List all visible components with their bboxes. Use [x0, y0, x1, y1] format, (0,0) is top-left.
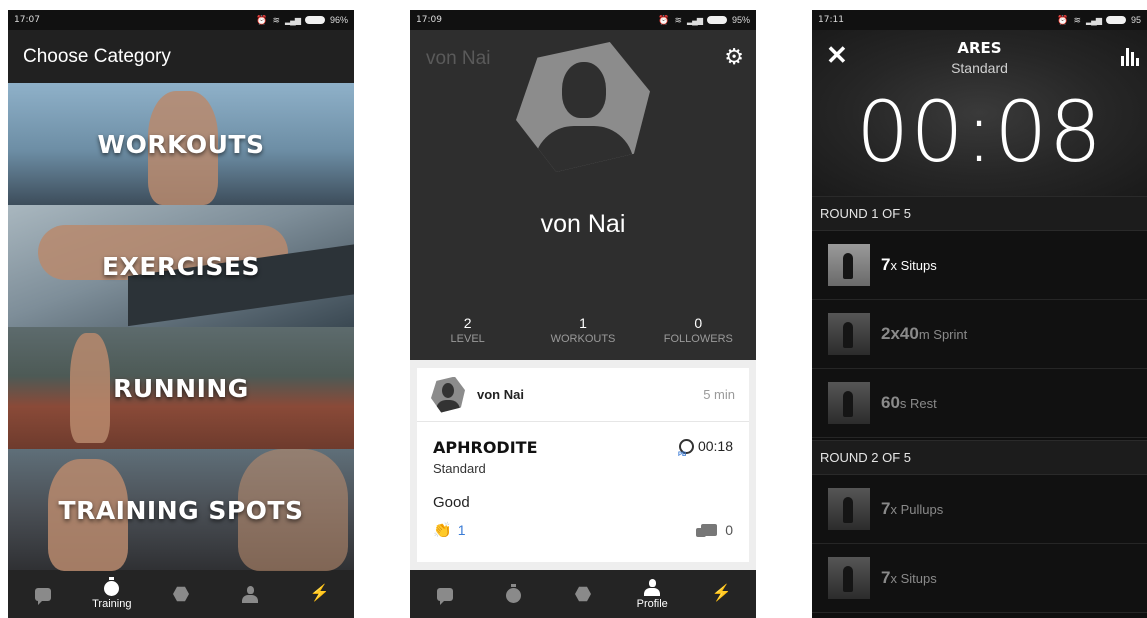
- comment-icon: [696, 524, 718, 537]
- bottom-nav: Training ⚡: [8, 570, 354, 618]
- profile-screen: 17:09 ⏰ ≋ ▂▄▆ 95% von Nai ⚙ von Nai 2 LE…: [410, 10, 756, 618]
- profile-header: von Nai ⚙ von Nai 2 LEVEL 1 WORKOUTS 0 F…: [410, 30, 756, 360]
- exercise-thumbnail: [828, 313, 870, 355]
- feed-time: 5 min: [703, 387, 735, 402]
- exercise-thumbnail: [828, 488, 870, 530]
- category-label: WORKOUTS: [97, 129, 265, 159]
- signal-icon: ▂▄▆: [1086, 15, 1102, 25]
- nav-profile[interactable]: Profile: [618, 570, 687, 618]
- applause-count: 1: [457, 522, 466, 538]
- stats-icon[interactable]: [1121, 48, 1139, 66]
- signal-icon: ▂▄▆: [687, 15, 703, 25]
- profile-stats: 2 LEVEL 1 WORKOUTS 0 FOLLOWERS: [410, 315, 756, 345]
- toolbar-title: von Nai: [426, 48, 491, 69]
- comment-count: 0: [725, 522, 733, 538]
- bolt-icon: ⚡: [711, 585, 732, 602]
- bottom-nav: Profile ⚡: [410, 570, 756, 618]
- category-label: RUNNING: [113, 373, 249, 403]
- category-label: TRAINING SPOTS: [58, 495, 304, 525]
- stat-level[interactable]: 2 LEVEL: [410, 315, 525, 345]
- chat-icon: [436, 585, 454, 605]
- avatar[interactable]: [431, 376, 465, 413]
- nav-chat[interactable]: [8, 570, 77, 618]
- nav-activity[interactable]: ⚡: [285, 570, 354, 618]
- wifi-icon: ≋: [674, 14, 682, 25]
- nav-training[interactable]: Training: [77, 570, 146, 618]
- nav-activity[interactable]: ⚡: [687, 570, 756, 618]
- battery-level: 95: [1130, 15, 1141, 25]
- category-label: EXERCISES: [102, 251, 260, 281]
- battery-level: 95%: [731, 15, 750, 25]
- status-time: 17:11: [818, 15, 844, 25]
- workout-title: ARES: [957, 39, 1002, 57]
- stopwatch-icon: [505, 583, 523, 603]
- alarm-icon: ⏰: [658, 14, 670, 25]
- exercise-thumbnail: [828, 244, 870, 286]
- battery-level: 96%: [329, 15, 348, 25]
- category-workouts[interactable]: WORKOUTS: [8, 83, 354, 205]
- bolt-icon: ⚡: [309, 585, 330, 602]
- stat-followers[interactable]: 0 FOLLOWERS: [641, 315, 756, 345]
- battery-icon: [1105, 16, 1126, 24]
- personal-best-icon: [678, 438, 694, 458]
- nav-profile[interactable]: [216, 570, 285, 618]
- workout-note: Good: [433, 494, 470, 511]
- nav-label: Training: [92, 598, 132, 610]
- wifi-icon: ≋: [1073, 14, 1081, 25]
- coach-icon: [172, 585, 190, 603]
- round-header: ROUND 2 OF 5: [812, 440, 1147, 475]
- workout-duration: 00:18: [678, 438, 733, 458]
- workout-level: Standard: [951, 60, 1008, 76]
- gear-icon[interactable]: ⚙: [724, 46, 744, 68]
- workout-level: Standard: [433, 461, 486, 476]
- applause-button[interactable]: 👏 1: [433, 521, 465, 539]
- clap-icon: 👏: [433, 522, 452, 539]
- chat-icon: [34, 585, 52, 605]
- comments-button[interactable]: 0: [696, 522, 733, 538]
- signal-icon: ▂▄▆: [285, 15, 301, 25]
- nav-chat[interactable]: [410, 570, 479, 618]
- status-time: 17:07: [14, 15, 40, 25]
- avatar[interactable]: [516, 42, 650, 172]
- wifi-icon: ≋: [272, 14, 280, 25]
- category-running[interactable]: RUNNING: [8, 327, 354, 449]
- status-bar: 17:11 ⏰ ≋ ▂▄▆ 95: [812, 10, 1147, 30]
- status-bar: 17:07 ⏰ ≋ ▂▄▆ 96%: [8, 10, 354, 30]
- coach-icon: [574, 585, 592, 603]
- feed-card[interactable]: von Nai 5 min APHRODITE Standard 00:18 G…: [417, 368, 749, 562]
- stopwatch-icon: [103, 576, 121, 596]
- status-time: 17:09: [416, 15, 442, 25]
- elapsed-timer: 00:08: [855, 83, 1104, 181]
- category-screen: 17:07 ⏰ ≋ ▂▄▆ 96% Choose Category WORKOU…: [8, 10, 354, 618]
- nav-training[interactable]: [479, 570, 548, 618]
- nav-coach[interactable]: [548, 570, 617, 618]
- stat-workouts[interactable]: 1 WORKOUTS: [525, 315, 640, 345]
- status-bar: 17:09 ⏰ ≋ ▂▄▆ 95%: [410, 10, 756, 30]
- timer-header: ✕ ARES Standard 00:08: [812, 30, 1147, 196]
- round-header: ROUND 1 OF 5: [812, 196, 1147, 231]
- feed-user-name[interactable]: von Nai: [477, 387, 703, 402]
- profile-name: von Nai: [540, 210, 626, 238]
- page-title: Choose Category: [8, 30, 354, 83]
- workout-timer-screen: 17:11 ⏰ ≋ ▂▄▆ 95 ✕ ARES Standard 00:08 R…: [812, 10, 1147, 618]
- profile-icon: [241, 585, 259, 603]
- feed-card-header: von Nai 5 min: [417, 368, 749, 422]
- exercise-row[interactable]: 7x Situps: [812, 231, 1147, 300]
- nav-label: Profile: [636, 598, 668, 610]
- exercise-thumbnail: [828, 557, 870, 599]
- exercise-row[interactable]: 60s Rest: [812, 369, 1147, 438]
- alarm-icon: ⏰: [1057, 14, 1069, 25]
- exercise-row[interactable]: 2x40m Sprint: [812, 300, 1147, 369]
- nav-coach[interactable]: [146, 570, 215, 618]
- profile-icon: [643, 578, 661, 596]
- battery-icon: [304, 16, 325, 24]
- category-training-spots[interactable]: TRAINING SPOTS: [8, 449, 354, 571]
- exercise-thumbnail: [828, 382, 870, 424]
- category-exercises[interactable]: EXERCISES: [8, 205, 354, 327]
- exercise-row[interactable]: 7x Situps: [812, 544, 1147, 613]
- alarm-icon: ⏰: [256, 14, 268, 25]
- exercise-row[interactable]: 7x Pullups: [812, 475, 1147, 544]
- battery-icon: [706, 16, 727, 24]
